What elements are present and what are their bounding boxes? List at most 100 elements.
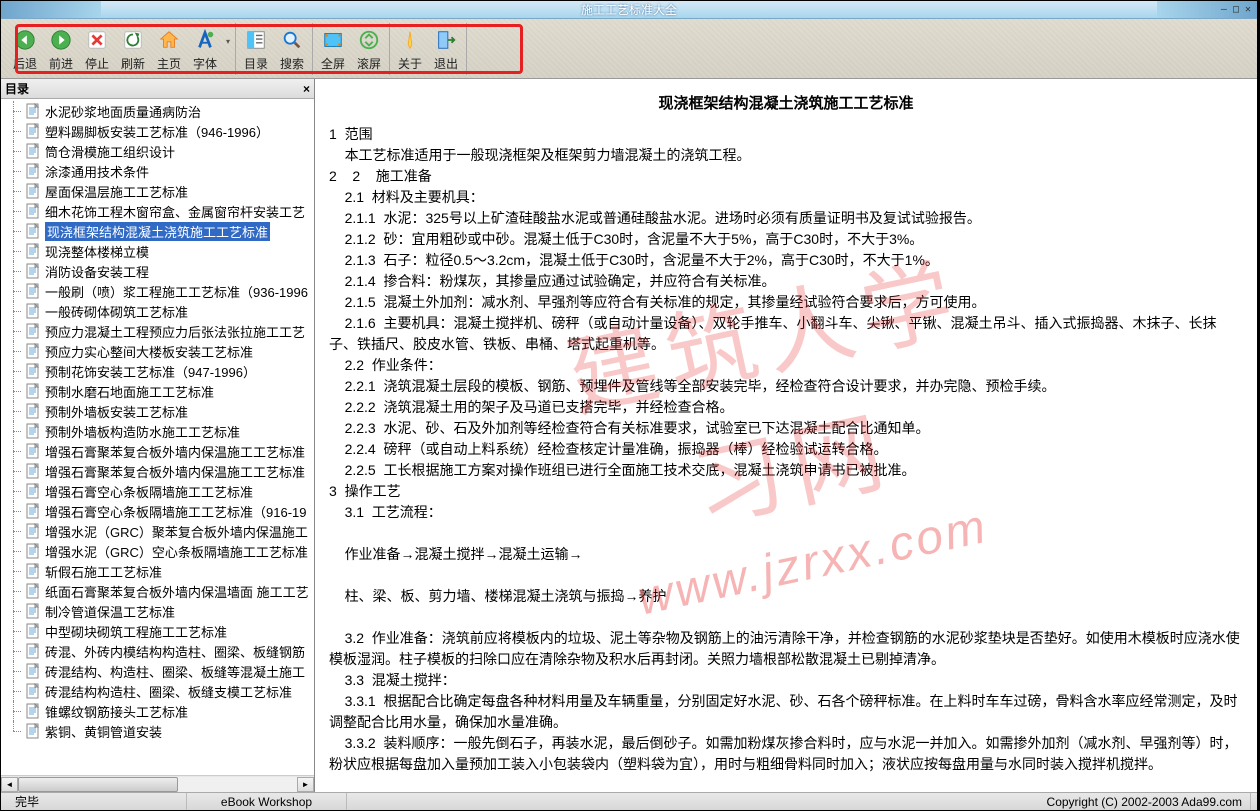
toc-item[interactable]: 现浇整体楼梯立模 (5, 241, 314, 261)
home-button[interactable]: 主页 (151, 27, 187, 73)
page-icon (25, 643, 41, 659)
toc-item[interactable]: 紫铜、黄铜管道安装 (5, 721, 314, 741)
toc-item[interactable]: 屋面保温层施工工艺标准 (5, 181, 314, 201)
toc-item[interactable]: 斩假石施工工艺标准 (5, 561, 314, 581)
toc-item[interactable]: 增强石膏空心条板隔墙施工工艺标准（916-19 (5, 501, 314, 521)
toc-item[interactable]: 一般刷（喷）浆工程施工工艺标准（936-1996 (5, 281, 314, 301)
search-icon (281, 29, 303, 51)
content-line: 2.1.6 主要机具：混凝土搅拌机、磅秤（或自动计量设备）、双轮手推车、小翻斗车… (329, 313, 1243, 355)
back-button[interactable]: 后退 (7, 27, 43, 73)
fullscreen-button[interactable]: 全屏 (315, 27, 351, 73)
toc-item[interactable]: 水泥砂浆地面质量通病防治 (5, 101, 314, 121)
toolbar-label: 后退 (13, 55, 37, 72)
scroll-right-button[interactable]: ► (297, 777, 314, 792)
content-line: 2 2 施工准备 (329, 166, 1243, 187)
toc-item[interactable]: 预制水磨石地面施工工艺标准 (5, 381, 314, 401)
toc-item[interactable]: 增强水泥（GRC）空心条板隔墙施工工艺标准 (5, 541, 314, 561)
toc-item-label: 预制外墙板构造防水施工工艺标准 (45, 422, 240, 441)
toc-item-label: 细木花饰工程木窗帘盒、金属窗帘杆安装工艺 (45, 202, 305, 221)
toc-item[interactable]: 制冷管道保温工艺标准 (5, 601, 314, 621)
arrow-left-green-icon (14, 29, 36, 51)
content-line: 2.2.3 水泥、砂、石及外加剂等经检查符合有关标准要求，试验室已下达混凝土配合… (329, 418, 1243, 439)
toc-item[interactable]: 筒仓滑模施工组织设计 (5, 141, 314, 161)
toc-item-label: 塑料踢脚板安装工艺标准（946-1996） (45, 122, 269, 141)
status-left: 完毕 (7, 793, 187, 810)
refresh-icon (122, 29, 144, 51)
content-line: 柱、梁、板、剪力墙、楼梯混凝土浇筑与振捣→养护 (329, 586, 1243, 607)
toolbar-label: 关于 (398, 55, 422, 72)
page-icon (25, 243, 41, 259)
content-line: 2.2.2 浇筑混凝土用的架子及马道已支搭完毕，并经检查合格。 (329, 397, 1243, 418)
toc-item[interactable]: 增强水泥（GRC）聚苯复合板外墙内保温施工 (5, 521, 314, 541)
scroll-left-button[interactable]: ◄ (1, 777, 18, 792)
toc-close-button[interactable]: × (303, 82, 310, 96)
page-icon (25, 543, 41, 559)
minimize-button[interactable]: — (1221, 4, 1227, 15)
page-icon (25, 723, 41, 739)
toc-item-label: 预制外墙板安装工艺标准 (45, 402, 188, 421)
page-icon (25, 403, 41, 419)
horizontal-scrollbar[interactable]: ◄ ► (1, 775, 314, 792)
page-icon (25, 683, 41, 699)
toc-item[interactable]: 预制花饰安装工艺标准（947-1996） (5, 361, 314, 381)
toc-item[interactable]: 塑料踢脚板安装工艺标准（946-1996） (5, 121, 314, 141)
refresh-button[interactable]: 刷新 (115, 27, 151, 73)
dropdown-arrow-icon[interactable]: ▾ (223, 27, 233, 46)
toc-item[interactable]: 纸面石膏聚苯复合板外墙内保温墙面 施工工艺 (5, 581, 314, 601)
exit-button[interactable]: 退出 (428, 27, 464, 73)
toc-item-label: 预应力实心整间大楼板安装工艺标准 (45, 342, 253, 361)
toc-item[interactable]: 预制外墙板安装工艺标准 (5, 401, 314, 421)
toc-item-label: 砖混结构构造柱、圈梁、板缝支模工艺标准 (45, 682, 292, 701)
page-icon (25, 303, 41, 319)
content-title: 现浇框架结构混凝土浇筑施工工艺标准 (329, 93, 1243, 116)
toc-item[interactable]: 增强石膏聚苯复合板外墙内保温施工工艺标准 (5, 461, 314, 481)
toc-item[interactable]: 预制外墙板构造防水施工工艺标准 (5, 421, 314, 441)
toolbar: 后退前进停止刷新主页字体 ▾ 目录搜索全屏滚屏关于退出 (1, 19, 1257, 79)
toc-item-label: 增强石膏空心条板隔墙施工工艺标准（916-19 (45, 502, 306, 521)
toc-item[interactable]: 消防设备安装工程 (5, 261, 314, 281)
stop-button[interactable]: 停止 (79, 27, 115, 73)
forward-button[interactable]: 前进 (43, 27, 79, 73)
toc-item-label: 增强水泥（GRC）空心条板隔墙施工工艺标准 (45, 542, 308, 561)
maximize-button[interactable]: □ (1233, 4, 1239, 15)
toc-item-label: 预制水磨石地面施工工艺标准 (45, 382, 214, 401)
toc-item[interactable]: 细木花饰工程木窗帘盒、金属窗帘杆安装工艺 (5, 201, 314, 221)
toolbar-label: 全屏 (321, 55, 345, 72)
page-icon (25, 143, 41, 159)
toc-button[interactable]: 目录 (238, 27, 274, 73)
content-line: 3 操作工艺 (329, 481, 1243, 502)
toc-item[interactable]: 预应力实心整间大楼板安装工艺标准 (5, 341, 314, 361)
toc-item-label: 筒仓滑模施工组织设计 (45, 142, 175, 161)
content-line: 2.1.5 混凝土外加剂：减水剂、早强剂等应符合有关标准的规定，其掺量经试验符合… (329, 292, 1243, 313)
toc-item[interactable]: 砖混结构、构造柱、圈梁、板缝等混凝土施工 (5, 661, 314, 681)
toc-item-label: 砖混、外砖内模结构构造柱、圈梁、板缝钢筋 (45, 642, 305, 661)
toc-item[interactable]: 现浇框架结构混凝土浇筑施工工艺标准 (5, 221, 314, 241)
page-icon (25, 183, 41, 199)
toc-item[interactable]: 增强石膏空心条板隔墙施工工艺标准 (5, 481, 314, 501)
toc-item-label: 现浇整体楼梯立模 (45, 242, 149, 261)
toolbar-label: 字体 (193, 55, 217, 72)
toc-tree[interactable]: 水泥砂浆地面质量通病防治塑料踢脚板安装工艺标准（946-1996）筒仓滑模施工组… (1, 99, 314, 775)
about-button[interactable]: 关于 (392, 27, 428, 73)
toc-item[interactable]: 涂漆通用技术条件 (5, 161, 314, 181)
page-icon (25, 663, 41, 679)
toc-item[interactable]: 中型砌块砌筑工程施工工艺标准 (5, 621, 314, 641)
toc-item-label: 斩假石施工工艺标准 (45, 562, 162, 581)
toc-item-label: 纸面石膏聚苯复合板外墙内保温墙面 施工工艺 (45, 582, 309, 601)
font-button[interactable]: 字体 (187, 27, 223, 73)
toc-item-label: 增强石膏聚苯复合板外墙内保温施工工艺标准 (45, 462, 305, 481)
page-icon (25, 423, 41, 439)
toc-item[interactable]: 预应力混凝土工程预应力后张法张拉施工工艺 (5, 321, 314, 341)
toc-item[interactable]: 砖混结构构造柱、圈梁、板缝支模工艺标准 (5, 681, 314, 701)
scroll-button[interactable]: 滚屏 (351, 27, 387, 73)
toc-item-label: 增强水泥（GRC）聚苯复合板外墙内保温施工 (45, 522, 308, 541)
window-title: 施工工艺标准大全 (101, 1, 1157, 18)
toc-item[interactable]: 砖混、外砖内模结构构造柱、圈梁、板缝钢筋 (5, 641, 314, 661)
toc-item[interactable]: 一般砖砌体砌筑工艺标准 (5, 301, 314, 321)
toc-item[interactable]: 锥螺纹钢筋接头工艺标准 (5, 701, 314, 721)
scroll-thumb[interactable] (18, 777, 178, 792)
content-line: 2.2.4 磅秤（或自动上料系统）经检查核定计量准确，振捣器（棒）经检验试运转合… (329, 439, 1243, 460)
close-button[interactable]: ✕ (1245, 4, 1251, 15)
search-button[interactable]: 搜索 (274, 27, 310, 73)
toc-item[interactable]: 增强石膏聚苯复合板外墙内保温施工工艺标准 (5, 441, 314, 461)
